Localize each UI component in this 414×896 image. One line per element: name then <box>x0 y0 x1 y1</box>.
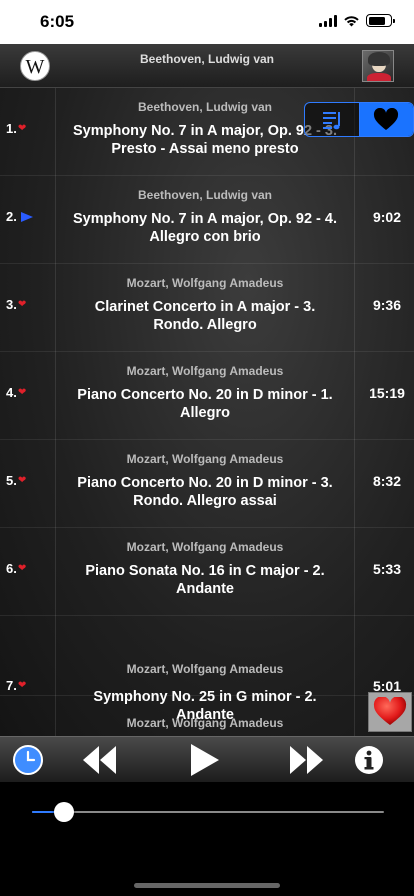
player-controls <box>0 736 414 782</box>
favorites-mode-button[interactable] <box>358 103 413 136</box>
heart-icon <box>374 107 399 130</box>
status-icons <box>319 14 395 27</box>
track-duration: 9:36 <box>372 297 402 313</box>
previous-button[interactable] <box>78 743 122 777</box>
track-row[interactable]: 5. ❤ Mozart, Wolfgang Amadeus Piano Concert… <box>0 440 414 528</box>
next-icon <box>290 746 323 774</box>
seek-area <box>0 782 414 896</box>
track-duration: 9:02 <box>372 209 402 225</box>
track-list[interactable]: 1. ❤ Beethoven, Ludwig van Symphony No. 7 i… <box>0 88 414 736</box>
track-number: 7. ❤ <box>6 678 27 693</box>
wikipedia-button[interactable]: W <box>20 51 50 81</box>
clock-icon <box>13 745 43 775</box>
play-icon <box>191 744 219 776</box>
heart-icon <box>373 697 407 725</box>
track-number: 2. <box>6 209 33 224</box>
track-row[interactable]: 7. ❤ Mozart, Wolfgang Amadeus Symphony No. … <box>0 616 414 723</box>
header-title: Beethoven, Ludwig van <box>139 52 274 66</box>
now-playing-icon <box>20 211 33 222</box>
track-title: Symphony No. 7 in A major, Op. 92 - 4. A… <box>72 211 337 245</box>
track-artist: Mozart, Wolfgang Amadeus <box>126 452 284 466</box>
track-title: Clarinet Concerto in A major - 3. Rondo.… <box>94 299 316 333</box>
track-artist: Mozart, Wolfgang Amadeus <box>126 276 284 290</box>
track-artist: Mozart, Wolfgang Amadeus <box>126 364 284 378</box>
info-button[interactable] <box>352 743 386 777</box>
home-indicator[interactable] <box>134 883 280 888</box>
track-row[interactable]: 8.❤Mozart, Wolfgang AmadeusSymphony No. … <box>0 704 414 736</box>
track-artist: Beethoven, Ludwig van <box>137 188 272 202</box>
previous-icon <box>83 746 116 774</box>
seek-track[interactable] <box>32 811 384 813</box>
status-bar: 6:05 <box>0 0 414 44</box>
heart-icon: ❤ <box>17 387 27 398</box>
heart-icon: ❤ <box>17 123 27 134</box>
header-bar: W Beethoven, Ludwig van <box>0 44 414 88</box>
battery-icon <box>366 14 395 27</box>
heart-icon: ❤ <box>17 680 27 691</box>
playlist-mode-button[interactable] <box>305 103 359 136</box>
heart-icon: ❤ <box>17 563 27 574</box>
track-row[interactable]: 3. ❤ Mozart, Wolfgang Amadeus Clarinet Conc… <box>0 264 414 352</box>
heart-icon: ❤ <box>17 475 27 486</box>
mode-toggle[interactable] <box>304 102 414 137</box>
next-button[interactable] <box>284 743 328 777</box>
track-duration: 15:19 <box>369 385 405 401</box>
track-artist: Mozart, Wolfgang Amadeus <box>126 716 284 730</box>
track-number: 3. ❤ <box>6 297 27 312</box>
cellular-signal-icon <box>319 14 337 27</box>
track-artist: Mozart, Wolfgang Amadeus <box>126 662 284 676</box>
composer-portrait[interactable] <box>362 50 394 82</box>
track-row[interactable]: 4. ❤ Mozart, Wolfgang Amadeus Piano Concert… <box>0 352 414 440</box>
info-icon <box>355 746 383 774</box>
track-row[interactable]: 6. ❤ Mozart, Wolfgang Amadeus Piano Sonata … <box>0 528 414 616</box>
track-title: Piano Concerto No. 20 in D minor - 1. Al… <box>77 387 333 421</box>
track-duration: 8:32 <box>372 473 402 489</box>
track-duration: 5:33 <box>372 561 402 577</box>
sleep-timer-button[interactable] <box>12 743 44 777</box>
seek-thumb[interactable] <box>53 802 74 822</box>
wifi-icon <box>344 15 359 26</box>
heart-icon: ❤ <box>17 299 27 310</box>
track-number: 5. ❤ <box>6 473 27 488</box>
track-number: 1. ❤ <box>6 121 27 136</box>
track-number: 6. ❤ <box>6 561 27 576</box>
play-button[interactable] <box>184 743 224 777</box>
track-artist: Mozart, Wolfgang Amadeus <box>126 540 284 554</box>
status-time: 6:05 <box>40 12 75 31</box>
playlist-icon <box>322 111 340 129</box>
track-title: Piano Sonata No. 16 in C major - 2. Anda… <box>85 563 325 597</box>
favorite-button[interactable] <box>368 692 412 732</box>
track-number: 4. ❤ <box>6 385 27 400</box>
track-title: Piano Concerto No. 20 in D minor - 3. Ro… <box>77 475 333 509</box>
track-row[interactable]: 2. Beethoven, Ludwig van Symphony No. 7 in… <box>0 176 414 264</box>
